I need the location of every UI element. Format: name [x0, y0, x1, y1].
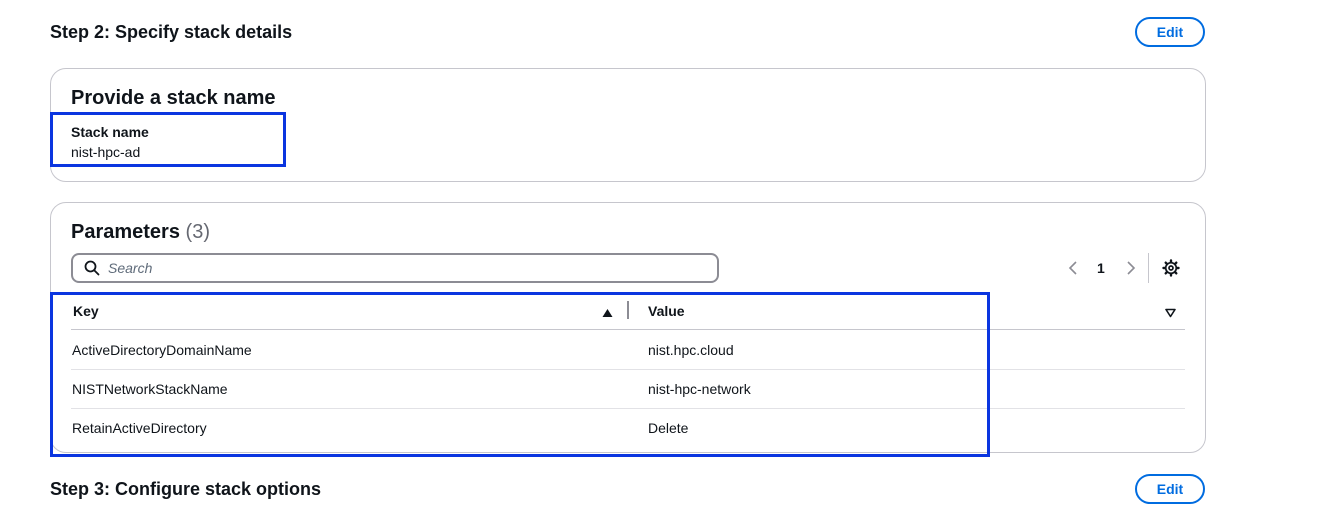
parameters-card: Parameters (3) 1 Key Value: [50, 202, 1206, 453]
step3-title: Step 3: Configure stack options: [50, 479, 322, 499]
sort-ascending-icon[interactable]: [602, 305, 613, 323]
column-resize-handle[interactable]: [627, 301, 629, 319]
table-row-key: NISTNetworkStackName: [72, 381, 228, 397]
row-divider: [71, 369, 1185, 370]
chevron-right-icon[interactable]: [1124, 260, 1136, 281]
parameters-search[interactable]: [71, 253, 719, 283]
stack-name-card-title: Provide a stack name: [71, 87, 276, 109]
parameters-count: (3): [185, 221, 210, 243]
stack-name-card: Provide a stack name Stack name nist-hpc…: [50, 68, 1206, 182]
table-row-value: Delete: [648, 420, 689, 436]
sort-descending-icon[interactable]: [1165, 305, 1176, 323]
step3-edit-button[interactable]: Edit: [1135, 474, 1205, 504]
stack-name-label: Stack name: [71, 124, 149, 140]
page-number[interactable]: 1: [1097, 260, 1105, 276]
parameters-title: Parameters (3): [71, 221, 210, 244]
step2-edit-button[interactable]: Edit: [1135, 17, 1205, 47]
table-row-value: nist.hpc.cloud: [648, 342, 734, 358]
table-row-key: RetainActiveDirectory: [72, 420, 207, 436]
column-header-value[interactable]: Value: [648, 303, 685, 319]
gear-icon[interactable]: [1162, 259, 1180, 282]
search-icon: [84, 260, 100, 276]
step2-title: Step 2: Specify stack details: [50, 22, 293, 42]
pagination-divider: [1148, 253, 1149, 283]
row-divider: [71, 408, 1185, 409]
table-row-key: ActiveDirectoryDomainName: [72, 342, 252, 358]
column-header-key[interactable]: Key: [73, 303, 99, 319]
table-row-value: nist-hpc-network: [648, 381, 751, 397]
search-input[interactable]: [108, 260, 708, 276]
header-divider: [71, 329, 1185, 330]
parameters-title-text: Parameters: [71, 221, 180, 243]
chevron-left-icon[interactable]: [1068, 260, 1080, 281]
stack-name-value: nist-hpc-ad: [71, 144, 141, 160]
